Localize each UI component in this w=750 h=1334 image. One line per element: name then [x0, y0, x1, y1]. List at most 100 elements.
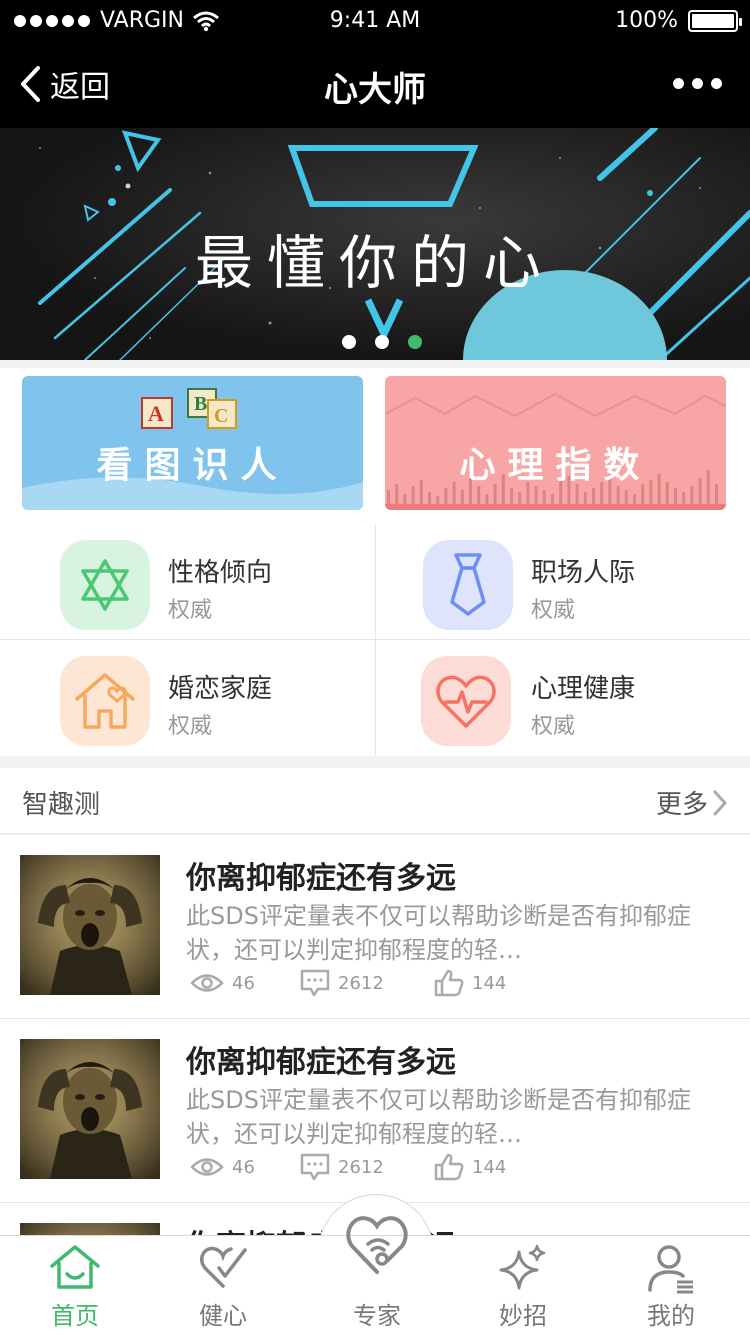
equalizer-bar: [411, 486, 415, 504]
equalizer-bar: [624, 490, 628, 504]
views-stat: 46: [190, 969, 300, 997]
tab-home[interactable]: 首页: [0, 1236, 150, 1334]
equalizer-bar: [616, 486, 620, 504]
tab-label: 妙招: [499, 1302, 547, 1330]
equalizer-bar: [477, 486, 481, 504]
category-sub: 权威: [168, 598, 213, 623]
equalizer-bar: [592, 488, 595, 504]
category-name: 心理健康: [531, 674, 636, 704]
navigation-bar: 返回 心大师: [0, 40, 750, 128]
category-grid: 性格倾向 权威 职场人际 权威 婚恋家庭 权威 心理健康 权威: [0, 520, 750, 756]
carousel-pager: [342, 335, 422, 349]
battery-icon: [688, 9, 742, 32]
tab-bar: 首页 健心 专家 妙招 我的: [0, 1216, 750, 1334]
equalizer-bar: [485, 494, 489, 504]
equalizer-bar: [534, 486, 538, 504]
eye-icon: [190, 974, 224, 992]
banner-carousel[interactable]: 最懂你的心: [0, 128, 750, 360]
battery-percent: 100%: [615, 8, 678, 33]
status-bar: VARGIN 9:41 AM 100%: [0, 0, 750, 40]
equalizer-bar: [583, 492, 587, 504]
comment-icon: [300, 969, 330, 997]
heart-wifi-icon: [346, 1216, 408, 1274]
picture-reading-label: 看图识人: [96, 445, 289, 486]
equalizer-bar: [690, 486, 694, 504]
tie-icon: [450, 553, 486, 616]
more-link[interactable]: 更多: [656, 784, 728, 821]
thumbs-up-icon: [434, 1153, 464, 1181]
category-workplace[interactable]: 职场人际 权威: [375, 524, 750, 640]
equalizer-bar: [403, 494, 407, 504]
article-list: 你离抑郁症还有多远此SDS评定量表不仅可以帮助诊断是否有抑郁症状，还可以判定抑郁…: [0, 835, 750, 1235]
section-title: 智趣测: [22, 790, 101, 820]
comments-stat[interactable]: 2612: [300, 969, 434, 997]
category-family[interactable]: 婚恋家庭 权威: [0, 640, 375, 756]
pager-dot[interactable]: [375, 335, 389, 349]
tab-heart[interactable]: 健心: [148, 1236, 298, 1334]
equalizer-bar: [518, 492, 522, 504]
eye-icon: [190, 1158, 224, 1176]
likes-count: 144: [472, 1156, 507, 1178]
equalizer-bar: [674, 488, 677, 504]
article-thumbnail-image: [20, 1039, 160, 1179]
article-stats: 46 2612 144: [190, 1153, 506, 1181]
comments-stat[interactable]: 2612: [300, 1153, 434, 1181]
likes-count: 144: [472, 972, 507, 994]
tab-mine[interactable]: 我的: [596, 1236, 746, 1334]
status-right: 100%: [615, 8, 742, 33]
page-title: 心大师: [324, 70, 426, 110]
grid-divider: [375, 524, 376, 756]
views-stat: 46: [190, 1153, 300, 1181]
tab-label: 健心: [199, 1302, 247, 1330]
chevron-right-icon: [713, 790, 727, 815]
heartbeat-icon: [436, 675, 496, 728]
comments-count: 2612: [338, 1156, 384, 1178]
section-header: 智趣测 更多: [0, 768, 750, 834]
article-title: 你离抑郁症还有多远: [186, 861, 456, 896]
equalizer-bar: [551, 494, 554, 504]
category-icon-bg: [60, 656, 150, 746]
tab-label: 专家: [353, 1302, 401, 1330]
thumbs-up-icon: [434, 969, 464, 997]
article-item[interactable]: 你离抑郁症还有多远 此SDS评定量表不仅可以帮助诊断是否有抑郁症状，还可以判定抑郁…: [0, 1019, 750, 1203]
equalizer-bar: [633, 494, 636, 504]
heart-house-icon: [75, 673, 135, 729]
tab-expert[interactable]: 专家: [302, 1216, 452, 1334]
tab-tips[interactable]: 妙招: [448, 1236, 598, 1334]
svg-text:A: A: [148, 401, 164, 426]
more-button[interactable]: [673, 78, 722, 89]
likes-stat[interactable]: 144: [434, 969, 506, 997]
picture-reading-card[interactable]: A B C 看图识人: [22, 376, 363, 510]
category-name: 职场人际: [531, 558, 636, 588]
article-thumbnail: [20, 855, 160, 995]
user-icon: [648, 1245, 693, 1294]
category-name: 婚恋家庭: [168, 674, 273, 704]
equalizer-bar: [460, 490, 464, 504]
article-title: 你离抑郁症还有多远: [186, 1045, 456, 1080]
sparkle-icon: [499, 1244, 546, 1290]
svg-text:B: B: [194, 393, 207, 415]
psych-index-label: 心理指数: [459, 445, 652, 486]
views-count: 46: [232, 972, 255, 994]
category-mental-health[interactable]: 心理健康 权威: [375, 640, 750, 756]
category-sub: 权威: [531, 598, 576, 623]
equalizer-bar: [510, 488, 513, 504]
category-icon-bg: [60, 540, 150, 630]
article-thumbnail-image: [20, 855, 160, 995]
category-personality[interactable]: 性格倾向 权威: [0, 524, 375, 640]
category-icon-bg: [421, 656, 511, 746]
article-stats: 46 2612 144: [190, 969, 506, 997]
pager-dot[interactable]: [342, 335, 356, 349]
category-name: 性格倾向: [168, 558, 273, 588]
likes-stat[interactable]: 144: [434, 1153, 506, 1181]
psych-index-card[interactable]: 心理指数: [385, 376, 726, 510]
equalizer-bar: [542, 490, 546, 504]
article-thumbnail: [20, 1223, 160, 1235]
article-thumbnail-image: [20, 1223, 160, 1235]
grid-divider: [0, 639, 750, 640]
article-item[interactable]: 你离抑郁症还有多远此SDS评定量表不仅可以帮助诊断是否有抑郁症状，还可以判定抑郁…: [0, 835, 750, 1019]
app-screen: VARGIN 9:41 AM 100% 返回 心大师 最懂你的心 A B C 看…: [0, 0, 750, 1334]
pager-dot-active[interactable]: [408, 335, 422, 349]
category-icon-bg: [423, 540, 513, 630]
article-description: 此SDS评定量表不仅可以帮助诊断是否有抑郁症状，还可以判定抑郁程度的轻…: [186, 902, 691, 964]
